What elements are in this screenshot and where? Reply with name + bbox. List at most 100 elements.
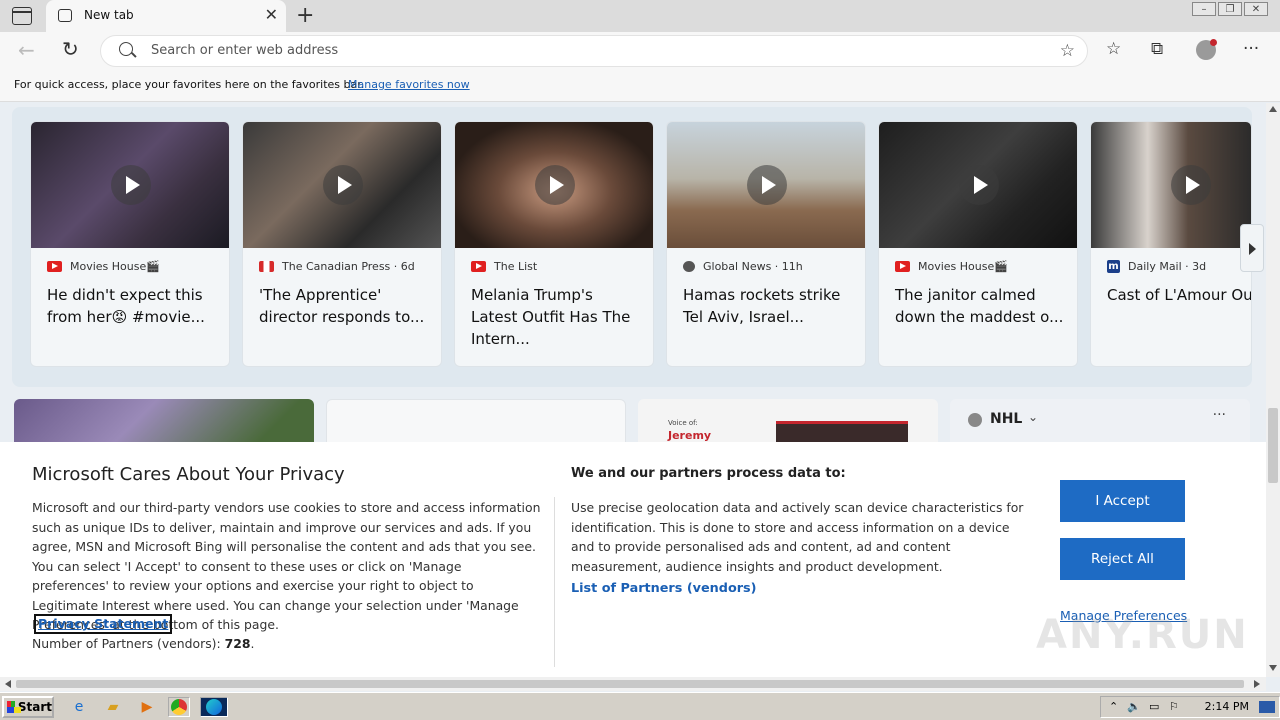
play-icon[interactable] <box>535 165 575 205</box>
card-source-label: Daily Mail · 3d <box>1128 260 1207 273</box>
show-desktop-icon[interactable] <box>1259 701 1275 713</box>
reject-all-button[interactable]: Reject All <box>1060 538 1185 580</box>
chrome-icon[interactable] <box>168 697 190 717</box>
chrome-logo <box>171 699 187 715</box>
youtube-icon <box>471 261 486 272</box>
favorites-bar-hint: For quick access, place your favorites h… <box>14 78 365 91</box>
media-player-icon[interactable]: ▶ <box>136 697 158 717</box>
horizontal-scrollbar[interactable] <box>0 677 1266 691</box>
news-card[interactable]: Movies House🎬 He didn't expect this from… <box>30 121 230 367</box>
restore-button[interactable]: ❐ <box>1218 2 1242 16</box>
card-title[interactable]: Hamas rockets strike Tel Aviv, Israel... <box>683 284 855 328</box>
avatar[interactable] <box>1196 39 1217 60</box>
nhl-logo-icon <box>968 413 982 427</box>
taskbar: Start e ▰ ▶ ⌃ 🔈 ▭ ⚐ 2:14 PM <box>0 692 1280 720</box>
chevron-down-icon[interactable]: ⌄ <box>1028 410 1038 424</box>
privacy-title: Microsoft Cares About Your Privacy <box>32 464 345 485</box>
play-icon[interactable] <box>747 165 787 205</box>
card-title[interactable]: Melania Trump's Latest Outfit Has The In… <box>471 284 643 350</box>
news-card[interactable]: The Canadian Press · 6d 'The Apprentice'… <box>242 121 442 367</box>
start-label: Start <box>17 700 52 714</box>
card-title[interactable]: He didn't expect this from her😡 #movie..… <box>47 284 219 328</box>
browser-toolbar: ← ↻ ☆ ☆ ⧉ ··· <box>0 32 1280 70</box>
global-news-icon <box>683 261 695 272</box>
tab-new-tab[interactable]: New tab ✕ <box>46 0 286 32</box>
vertical-scrollbar[interactable] <box>1266 103 1280 677</box>
card-title[interactable]: The janitor calmed down the maddest o... <box>895 284 1067 328</box>
folder-icon[interactable]: ▰ <box>102 697 124 717</box>
card-thumbnail <box>879 122 1077 248</box>
card-thumbnail <box>31 122 229 248</box>
canada-flag-icon <box>259 261 274 272</box>
start-button[interactable]: Start <box>2 696 54 718</box>
card-source-label: Movies House🎬 <box>70 260 160 273</box>
network-icon[interactable]: ▭ <box>1149 700 1159 713</box>
window-controls: – ❐ ✕ <box>1192 2 1268 16</box>
minimize-button[interactable]: – <box>1192 2 1216 16</box>
refresh-icon[interactable]: ↻ <box>62 37 79 61</box>
play-icon[interactable] <box>959 165 999 205</box>
add-favorite-icon[interactable]: ☆ <box>1060 41 1075 61</box>
promo-voice-label: Voice of: <box>668 419 698 427</box>
card-source: The Canadian Press · 6d <box>259 260 415 273</box>
youtube-icon <box>47 261 62 272</box>
carousel-next-button[interactable] <box>1240 224 1264 272</box>
privacy-statement-link[interactable]: Privacy Statement <box>34 614 173 634</box>
address-input[interactable] <box>149 42 1029 59</box>
more-options-icon[interactable]: ··· <box>1243 39 1259 59</box>
close-icon[interactable]: ✕ <box>265 6 278 24</box>
purposes-heading: We and our partners process data to: <box>571 466 846 481</box>
youtube-icon <box>895 261 910 272</box>
flag-icon[interactable]: ⚐ <box>1169 700 1179 713</box>
manage-favorites-link[interactable]: Manage favorites now <box>348 78 470 91</box>
card-source: The List <box>471 260 537 273</box>
card-source: Global News · 11h <box>683 260 803 273</box>
internet-explorer-icon[interactable]: e <box>68 697 90 717</box>
daily-mail-icon: m <box>1107 260 1120 273</box>
divider <box>554 497 555 667</box>
scroll-right-icon[interactable] <box>1254 680 1260 688</box>
partners-list-link[interactable]: List of Partners (vendors) <box>571 581 757 596</box>
news-card[interactable]: The List Melania Trump's Latest Outfit H… <box>454 121 654 367</box>
partners-count-label: Number of Partners (vendors): <box>32 636 221 651</box>
collections-icon[interactable]: ⧉ <box>1151 39 1163 59</box>
card-source: Movies House🎬 <box>47 260 160 273</box>
news-card[interactable]: Global News · 11h Hamas rockets strike T… <box>666 121 866 367</box>
new-tab-page-icon <box>58 9 72 22</box>
new-tab-button[interactable]: + <box>296 3 314 29</box>
play-icon[interactable] <box>323 165 363 205</box>
back-arrow-icon[interactable]: ← <box>18 38 35 62</box>
favorites-icon[interactable]: ☆ <box>1106 39 1121 59</box>
volume-icon[interactable]: 🔈 <box>1127 700 1141 713</box>
title-bar: New tab ✕ + – ❐ ✕ <box>0 0 1280 32</box>
scroll-down-icon[interactable] <box>1269 665 1277 671</box>
accept-button[interactable]: I Accept <box>1060 480 1185 522</box>
play-icon[interactable] <box>1171 165 1211 205</box>
purposes-text: Use precise geolocation data and activel… <box>571 500 1024 574</box>
tab-actions-icon[interactable] <box>12 7 32 25</box>
scroll-left-icon[interactable] <box>5 680 11 688</box>
more-options-icon[interactable]: ··· <box>1213 407 1226 423</box>
tray-arrow-icon[interactable]: ⌃ <box>1109 700 1118 713</box>
card-thumbnail <box>455 122 653 248</box>
card-source: Movies House🎬 <box>895 260 1008 273</box>
news-card[interactable]: Movies House🎬 The janitor calmed down th… <box>878 121 1078 367</box>
search-icon <box>119 42 133 56</box>
play-icon[interactable] <box>111 165 151 205</box>
card-title[interactable]: Cast of L'Amour Ou... and host of celebs… <box>1107 284 1251 306</box>
window-close-button[interactable]: ✕ <box>1244 2 1268 16</box>
scroll-up-icon[interactable] <box>1269 106 1277 112</box>
watermark-logo: ANY.RUN <box>1036 612 1249 658</box>
news-card[interactable]: m Daily Mail · 3d Cast of L'Amour Ou... a… <box>1090 121 1252 367</box>
video-carousel: Movies House🎬 He didn't expect this from… <box>12 107 1252 387</box>
card-source-label: The Canadian Press · 6d <box>282 260 415 273</box>
address-bar[interactable]: ☆ <box>100 35 1088 67</box>
edge-logo <box>206 699 222 715</box>
edge-icon[interactable] <box>200 697 228 717</box>
scroll-thumb[interactable] <box>1268 408 1278 483</box>
card-title[interactable]: 'The Apprentice' director responds to... <box>259 284 431 328</box>
scroll-thumb[interactable] <box>16 680 1244 688</box>
clock[interactable]: 2:14 PM <box>1205 700 1249 713</box>
tab-title: New tab <box>84 8 134 22</box>
card-thumbnail <box>1091 122 1251 248</box>
